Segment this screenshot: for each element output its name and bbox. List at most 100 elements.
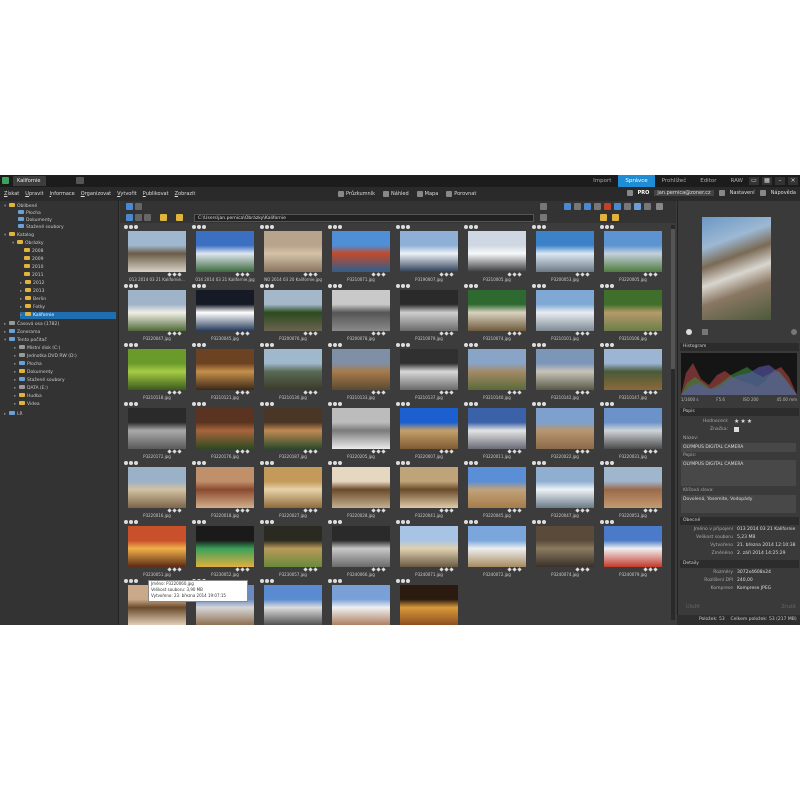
thumbnail-image[interactable]: [264, 408, 322, 449]
thumbnail-item[interactable]: P3210133.jpg: [328, 343, 394, 401]
thumbnail-image[interactable]: [196, 408, 254, 449]
rating-stars[interactable]: [302, 331, 324, 336]
rating-stars[interactable]: [234, 567, 256, 572]
details-header[interactable]: Detaily: [680, 560, 799, 568]
rating-stars[interactable]: [234, 449, 256, 454]
general-header[interactable]: Obecné: [680, 517, 799, 525]
thumbnail-item[interactable]: P3220172.jpg: [124, 402, 190, 460]
thumbnail-image[interactable]: [468, 231, 526, 272]
thumbnail-item[interactable]: P3220011.jpg: [464, 402, 530, 460]
thumbnail-item[interactable]: P3230045.jpg: [192, 284, 258, 342]
tree-item[interactable]: ▸ Dokumenty: [14, 369, 53, 376]
thumbnail-image[interactable]: [400, 526, 458, 567]
menu-info[interactable]: Informace: [50, 191, 75, 197]
thumbnail-image[interactable]: [604, 349, 662, 390]
rating-stars[interactable]: [302, 449, 324, 454]
rating-stars[interactable]: [438, 331, 460, 336]
tree-catalog[interactable]: ▾ Katalog: [4, 232, 34, 239]
thumbnail-image[interactable]: [536, 349, 594, 390]
rating-stars[interactable]: [642, 567, 664, 572]
rating-stars[interactable]: [574, 567, 596, 572]
keywords-field[interactable]: Dovolená, Yosemite, Vodopády: [681, 495, 796, 513]
thumbnail-item[interactable]: P3210130.jpg: [260, 343, 326, 401]
thumbnail-image[interactable]: [468, 408, 526, 449]
rating-stars[interactable]: [438, 272, 460, 277]
rating-stars[interactable]: [438, 449, 460, 454]
document-tab[interactable]: Kalifornie: [13, 176, 47, 186]
thumbnail-image[interactable]: [536, 231, 594, 272]
thumbnail-item[interactable]: P3220047.jpg: [124, 284, 190, 342]
new-folder-icon[interactable]: [176, 214, 183, 221]
forward-icon[interactable]: [135, 214, 142, 221]
thumbnail-item[interactable]: P3220187.jpg: [260, 402, 326, 460]
tree-item[interactable]: ▸ Jednotka DVD RW (D:): [14, 353, 77, 360]
copy-icon[interactable]: [584, 203, 591, 210]
thumbnail-item[interactable]: P3220027.jpg: [260, 461, 326, 519]
rating-stars[interactable]: [234, 390, 256, 395]
thumbnail-item[interactable]: P3230051.jpg: [124, 520, 190, 578]
rating-stars[interactable]: [438, 567, 460, 572]
thumbnail-item[interactable]: P3240079.jpg: [600, 520, 666, 578]
thumbnail-item[interactable]: P3230065.jpg: [396, 579, 462, 625]
rotate-icon[interactable]: [614, 203, 621, 210]
view-preview[interactable]: Náhled: [383, 190, 409, 198]
menu-edit[interactable]: Upravit: [25, 191, 43, 197]
tree-item[interactable]: ▸ Fotky: [20, 304, 45, 311]
mode-editor[interactable]: Editor: [693, 175, 723, 187]
rating-stars[interactable]: [574, 272, 596, 277]
thumbnail-item[interactable]: P3240066.jpg: [328, 520, 394, 578]
thumbnail-item[interactable]: P3220047.jpg: [532, 461, 598, 519]
thumbnail-image[interactable]: [604, 467, 662, 508]
thumbnail-image[interactable]: [264, 349, 322, 390]
tree-item[interactable]: ▸ Stažené soubory: [14, 377, 65, 384]
move-icon[interactable]: [594, 203, 601, 210]
thumbnail-image[interactable]: [400, 231, 458, 272]
thumbnail-item[interactable]: P3210071.jpg: [328, 225, 394, 283]
tree-this-pc[interactable]: ▾ Tento počítač: [4, 337, 47, 344]
rating-stars[interactable]: [370, 567, 392, 572]
thumbnail-image[interactable]: [400, 408, 458, 449]
tree-item[interactable]: ▸ DATA (E:): [14, 385, 48, 392]
menu-view[interactable]: Zobrazit: [175, 191, 196, 197]
thumbnail-image[interactable]: [264, 526, 322, 567]
gear-icon[interactable]: [791, 329, 797, 335]
tree-item[interactable]: Stažené soubory: [18, 224, 64, 231]
description-header[interactable]: Popis: [680, 408, 799, 416]
mode-raw[interactable]: RAW: [724, 175, 751, 187]
rating-stars[interactable]: ★★★: [734, 418, 753, 425]
thumbnail-item[interactable]: P3210074.jpg: [464, 284, 530, 342]
thumbnail-image[interactable]: [332, 290, 390, 331]
thumbnail-image[interactable]: [128, 349, 186, 390]
settings-link[interactable]: Nastavení: [730, 190, 755, 196]
rating-stars[interactable]: [438, 508, 460, 513]
thumbnail-item[interactable]: P3210147.jpg: [600, 343, 666, 401]
tree-item[interactable]: ▸ 2012: [20, 280, 44, 287]
layout-icon[interactable]: ▦: [762, 177, 772, 185]
rating-stars[interactable]: [370, 508, 392, 513]
tree-item[interactable]: ▸ Hudba: [14, 393, 42, 400]
rating-stars[interactable]: [574, 331, 596, 336]
tree-item[interactable]: 2008: [24, 248, 43, 255]
more-icon[interactable]: [656, 203, 663, 210]
thumbnail-item[interactable]: P3230052.jpg: [192, 520, 258, 578]
thumbnail-item[interactable]: P3210140.jpg: [464, 343, 530, 401]
description-field[interactable]: OLYMPUS DIGITAL CAMERA: [681, 460, 796, 486]
close-icon[interactable]: ×: [788, 177, 798, 185]
rating-stars[interactable]: [642, 331, 664, 336]
thumbnail-image[interactable]: [536, 408, 594, 449]
rating-stars[interactable]: [574, 390, 596, 395]
help-link[interactable]: Nápověda: [771, 190, 796, 196]
rating-stars[interactable]: [506, 272, 528, 277]
rating-stars[interactable]: [506, 390, 528, 395]
thumbnail-item[interactable]: P3220031.jpg: [600, 402, 666, 460]
mode-import[interactable]: Import: [586, 175, 618, 187]
view-map[interactable]: Mapa: [416, 190, 438, 198]
thumbnail-image[interactable]: [468, 349, 526, 390]
rating-stars[interactable]: [166, 449, 188, 454]
thumbnail-item[interactable]: P3230063.jpg: [260, 579, 326, 625]
mode-viewer[interactable]: Prohlížeč: [655, 175, 694, 187]
thumbnail-item[interactable]: P3220018.jpg: [192, 461, 258, 519]
thumbnail-image[interactable]: [128, 408, 186, 449]
thumbnail-item[interactable]: P3220022.jpg: [532, 402, 598, 460]
thumbnail-item[interactable]: P3210079.jpg: [396, 284, 462, 342]
